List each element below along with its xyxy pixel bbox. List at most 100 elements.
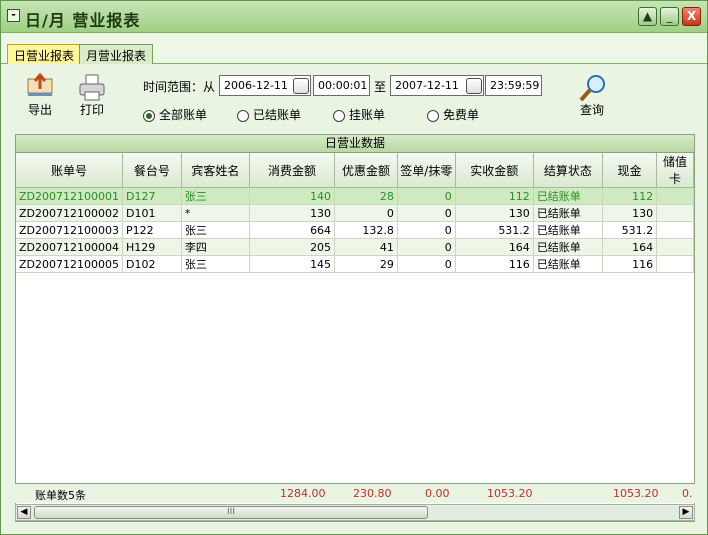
magnifier-icon: [577, 73, 607, 102]
tab-monthly-report[interactable]: 月营业报表: [79, 44, 154, 64]
table-cell: [656, 255, 694, 273]
column-header[interactable]: 储值卡: [656, 153, 694, 188]
close-button[interactable]: X: [682, 7, 701, 26]
column-header[interactable]: 实收金额: [455, 153, 534, 188]
table-cell: 140: [249, 187, 336, 205]
table-cell: 0: [397, 187, 456, 205]
cash-total: 1053.20: [613, 487, 659, 500]
print-button[interactable]: 打印: [75, 73, 109, 118]
column-header[interactable]: 结算状态: [533, 153, 603, 188]
query-button[interactable]: 查询: [574, 73, 610, 118]
column-header[interactable]: 消费金额: [249, 153, 336, 188]
table-cell: 164: [455, 238, 534, 256]
table-cell: 130: [455, 204, 534, 222]
system-menu-icon[interactable]: -: [7, 9, 20, 22]
start-date-calendar-icon[interactable]: [293, 78, 309, 94]
column-header[interactable]: 优惠金额: [334, 153, 398, 188]
radio-settled-bills[interactable]: 已结账单: [237, 108, 301, 124]
scroll-right-icon[interactable]: ▶: [679, 506, 693, 519]
table-cell: P122: [122, 221, 182, 239]
minimize-button[interactable]: _: [660, 7, 679, 26]
table-cell: 28: [334, 187, 398, 205]
radio-settled-bills-label: 已结账单: [253, 108, 302, 122]
rollup-button[interactable]: ▲: [638, 7, 657, 26]
table-cell: 已结账单: [533, 238, 603, 256]
radio-credit-bills-dot: [333, 109, 345, 122]
radio-all-bills[interactable]: 全部账单: [143, 108, 207, 124]
query-label: 查询: [579, 103, 604, 117]
table-cell: [656, 204, 694, 222]
table-row[interactable]: ZD200712100005 D102 张三 145 29 0 116 已结账单…: [16, 255, 694, 273]
table-cell: 116: [602, 255, 658, 273]
table-cell: [656, 187, 694, 205]
table-cell: 李四: [181, 238, 250, 256]
tab-strip: 日营业报表 月营业报表: [1, 34, 707, 64]
end-time-input[interactable]: 23:59:59: [485, 75, 542, 96]
table-cell: ZD200712100004: [16, 238, 123, 256]
scroll-left-icon[interactable]: ◀: [17, 506, 31, 519]
radio-credit-bills[interactable]: 挂账单: [333, 108, 385, 124]
consume-total: 1284.00: [280, 487, 326, 500]
column-header[interactable]: 账单号: [16, 153, 123, 188]
radio-all-bills-dot: [143, 109, 155, 122]
card-total: 0.: [682, 487, 693, 500]
discount-total: 230.80: [353, 487, 392, 500]
end-date-calendar-icon[interactable]: [466, 78, 482, 94]
table-cell: 145: [249, 255, 336, 273]
horizontal-scrollbar[interactable]: ◀ III ▶: [15, 504, 695, 521]
table-cell: 0: [334, 204, 398, 222]
radio-settled-bills-dot: [237, 109, 249, 122]
column-header[interactable]: 签单/抹零: [397, 153, 456, 188]
table-cell: 112: [455, 187, 534, 205]
table-cell: 130: [249, 204, 336, 222]
table-row[interactable]: ZD200712100002 D101 * 130 0 0 130 已结账单 1…: [16, 204, 694, 222]
report-window: - 日/月 营业报表 ▲ _ X 日营业报表 月营业报表 导出 打印 查询 时间…: [0, 0, 708, 535]
table-cell: 164: [602, 238, 658, 256]
scroll-thumb[interactable]: III: [34, 506, 428, 519]
table-cell: ZD200712100005: [16, 255, 123, 273]
print-label: 打印: [79, 103, 104, 117]
export-label: 导出: [27, 103, 52, 117]
tab-daily-report[interactable]: 日营业报表: [7, 44, 82, 64]
radio-free-bills-label: 免费单: [443, 108, 480, 122]
table-cell: 已结账单: [533, 204, 603, 222]
table-cell: 0: [397, 221, 456, 239]
table-cell: 531.2: [455, 221, 534, 239]
bill-count: 账单数5条: [35, 489, 86, 502]
table-cell: 130: [602, 204, 658, 222]
bill-table: 账单号 餐台号 宾客姓名 消费金额 优惠金额 签单/抹零 实收金额 结算状态 现…: [16, 153, 694, 273]
export-button[interactable]: 导出: [23, 72, 57, 118]
table-cell: 已结账单: [533, 187, 603, 205]
column-header[interactable]: 宾客姓名: [181, 153, 250, 188]
export-icon: [25, 72, 55, 99]
table-cell: 29: [334, 255, 398, 273]
radio-free-bills[interactable]: 免费单: [427, 108, 479, 124]
table-cell: ZD200712100003: [16, 221, 123, 239]
column-header[interactable]: 现金: [602, 153, 658, 188]
table-cell: 132.8: [334, 221, 398, 239]
table-cell: D127: [122, 187, 182, 205]
table-cell: 0: [397, 238, 456, 256]
table-row[interactable]: ZD200712100004 H129 李四 205 41 0 164 已结账单…: [16, 238, 694, 256]
radio-free-bills-dot: [427, 109, 439, 122]
table-cell: H129: [122, 238, 182, 256]
table-cell: 0: [397, 204, 456, 222]
table-cell: 已结账单: [533, 255, 603, 273]
table-cell: 116: [455, 255, 534, 273]
time-range-label: 时间范围：从: [143, 80, 216, 94]
table-cell: 0: [397, 255, 456, 273]
table-cell: [656, 221, 694, 239]
grid-caption: 日营业数据: [16, 135, 694, 153]
table-cell: 112: [602, 187, 658, 205]
table-row[interactable]: ZD200712100003 P122 张三 664 132.8 0 531.2…: [16, 221, 694, 239]
printer-icon: [77, 73, 107, 101]
table-cell: 531.2: [602, 221, 658, 239]
totals-footer: 账单数5条 1284.00 230.80 0.00 1053.20 1053.2…: [15, 483, 695, 503]
table-row[interactable]: ZD200712100001 D127 张三 140 28 0 112 已结账单…: [16, 187, 694, 205]
table-cell: 张三: [181, 255, 250, 273]
table-cell: 205: [249, 238, 336, 256]
start-time-input[interactable]: 00:00:01: [313, 75, 370, 96]
column-header[interactable]: 餐台号: [122, 153, 182, 188]
sign-total: 0.00: [425, 487, 450, 500]
radio-all-bills-label: 全部账单: [159, 108, 208, 122]
